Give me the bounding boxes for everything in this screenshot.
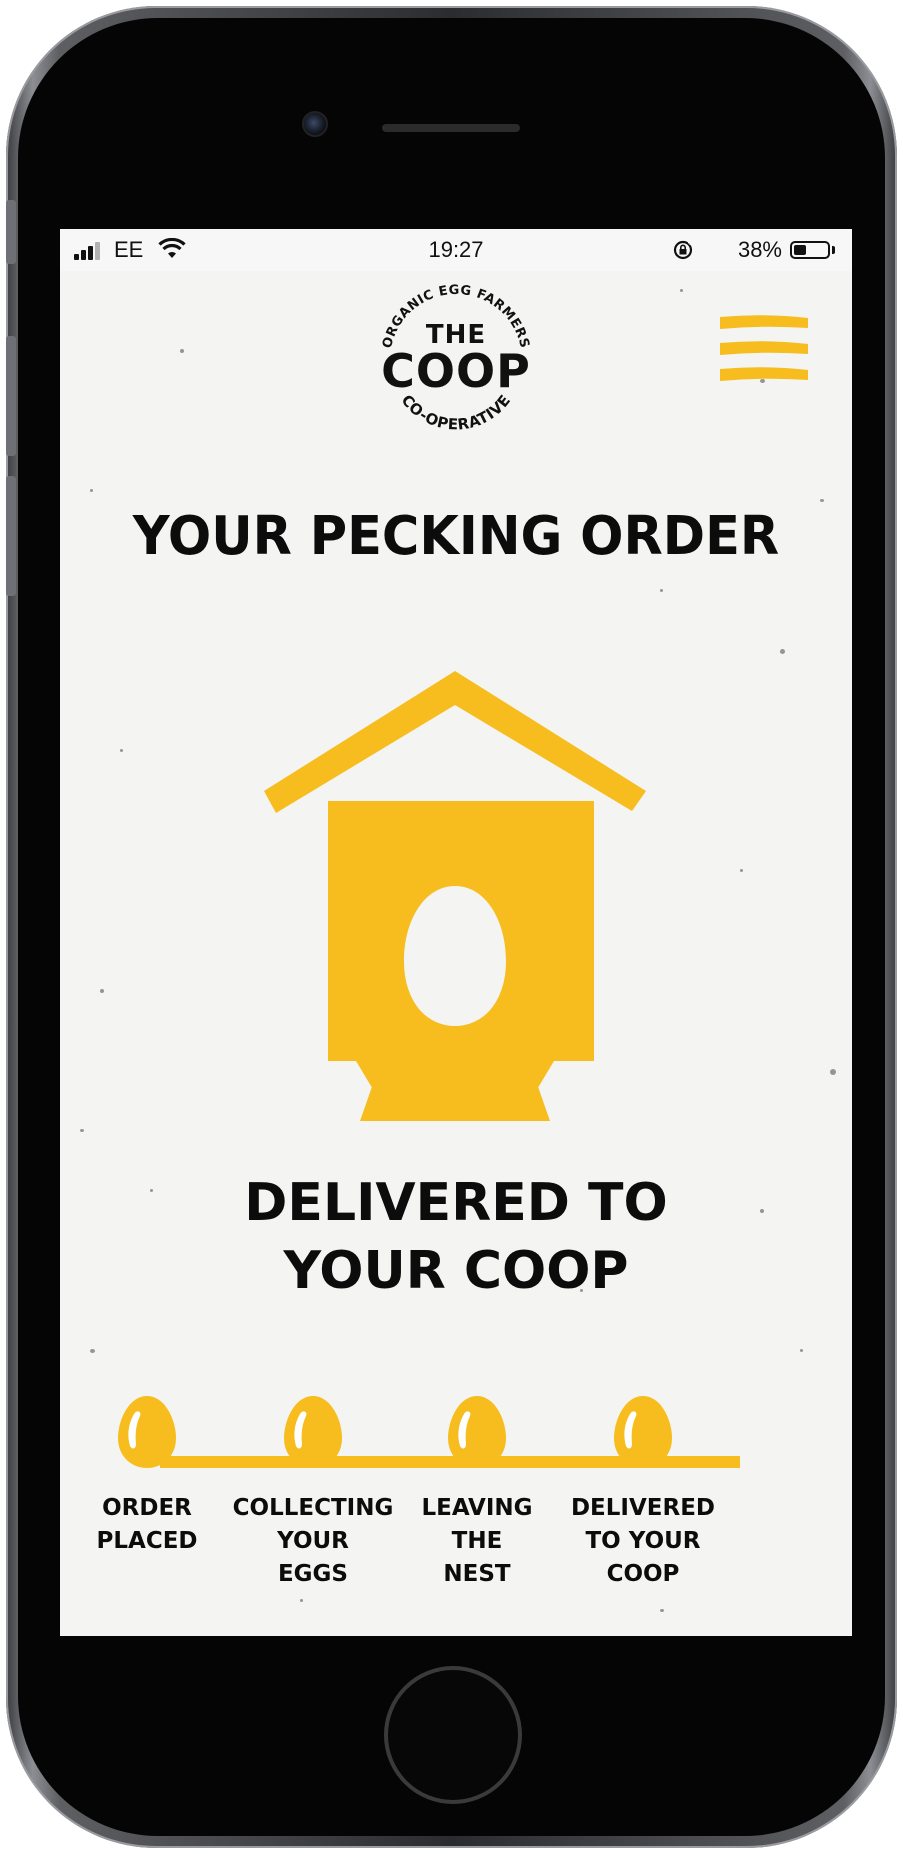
logo-coop: COOP xyxy=(381,344,531,398)
egg-hatch-house-icon xyxy=(264,671,646,1121)
delivery-status-heading: DELIVERED TO YOUR COOP xyxy=(60,1169,852,1305)
delivery-status-line2: YOUR COOP xyxy=(283,1241,629,1301)
egg-step-icon xyxy=(446,1394,508,1470)
egg-step-icon xyxy=(282,1394,344,1470)
progress-step-label: ORDER PLACED xyxy=(96,1495,198,1554)
rotation-lock-icon xyxy=(673,240,693,260)
progress-step-label: DELIVERED TO YOUR COOP xyxy=(570,1495,716,1587)
order-progress-tracker: ORDER PLACED COLLECTING YOUR EGGS LEAVING … xyxy=(60,1394,852,1636)
progress-step: DELIVERED TO YOUR COOP xyxy=(553,1394,733,1591)
front-camera xyxy=(302,111,328,137)
coop-logo[interactable]: ORGANIC EGG FARMERS CO-OPERATIVE THE COO… xyxy=(368,282,544,452)
progress-step-label: LEAVING THE NEST xyxy=(421,1495,533,1587)
battery-percentage: 38% xyxy=(737,237,782,262)
earpiece-speaker xyxy=(382,124,520,132)
progress-step-label: COLLECTING YOUR EGGS xyxy=(232,1495,394,1587)
page-title: YOUR PECKING ORDER xyxy=(132,505,780,568)
volume-up-button xyxy=(6,336,16,456)
progress-step: ORDER PLACED xyxy=(60,1394,237,1558)
hamburger-menu-icon[interactable] xyxy=(718,313,810,387)
app-screen: EE 19:27 38% ORGANIC EGG FARMERS CO-OPER… xyxy=(60,229,852,1636)
mute-switch xyxy=(6,200,16,264)
egg-step-icon xyxy=(116,1394,178,1470)
egg-step-icon xyxy=(612,1394,674,1470)
clock: 19:27 xyxy=(428,237,484,262)
progress-step: COLLECTING YOUR EGGS xyxy=(223,1394,403,1591)
battery-tip xyxy=(832,246,835,254)
battery-icon xyxy=(790,241,830,259)
delivery-status-line1: DELIVERED TO xyxy=(244,1173,668,1233)
status-bar: EE 19:27 38% xyxy=(60,229,852,271)
progress-step: LEAVING THE NEST xyxy=(387,1394,567,1591)
volume-down-button xyxy=(6,476,16,596)
home-button[interactable] xyxy=(384,1666,522,1804)
